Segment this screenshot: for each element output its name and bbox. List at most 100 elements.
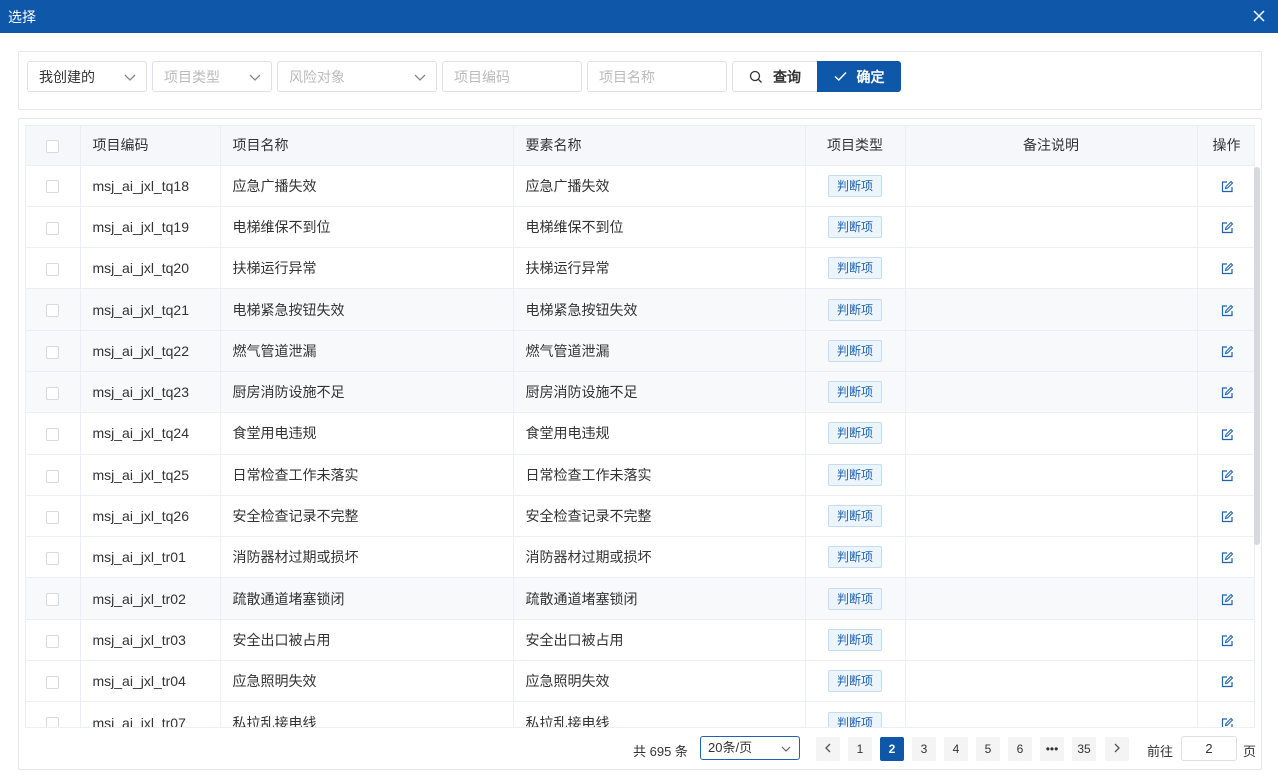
- table-row[interactable]: msj_ai_jxl_tr02 疏散通道堵塞锁闭 疏散通道堵塞锁闭 判断项: [26, 577, 1254, 620]
- edit-icon[interactable]: [1220, 717, 1234, 728]
- page-button[interactable]: 3: [912, 737, 936, 761]
- table-row[interactable]: msj_ai_jxl_tq22 燃气管道泄漏 燃气管道泄漏 判断项: [26, 330, 1254, 372]
- page-size-select[interactable]: 20条/页: [700, 736, 800, 760]
- edit-icon[interactable]: [1220, 510, 1234, 524]
- row-checkbox[interactable]: [46, 386, 60, 400]
- page-ellipsis-button[interactable]: •••: [1040, 737, 1064, 761]
- table-row[interactable]: msj_ai_jxl_tr01 消防器材过期或损坏 消防器材过期或损坏 判断项: [26, 536, 1254, 579]
- table-row[interactable]: msj_ai_jxl_tr03 安全出口被占用 安全出口被占用 判断项: [26, 619, 1254, 662]
- row-checkbox[interactable]: [46, 345, 60, 359]
- data-table: 项目编码 项目名称 要素名称 项目类型 备注说明 操作 msj_ai_jxl_t…: [25, 125, 1255, 728]
- page-button[interactable]: 1: [848, 737, 872, 761]
- row-checkbox[interactable]: [46, 593, 60, 607]
- edit-icon[interactable]: [1220, 386, 1234, 400]
- close-icon[interactable]: [1250, 7, 1268, 25]
- edit-icon[interactable]: [1220, 221, 1234, 235]
- query-button[interactable]: 查询: [732, 61, 818, 92]
- row-checkbox[interactable]: [46, 469, 60, 483]
- edit-icon[interactable]: [1220, 345, 1234, 359]
- table-row[interactable]: msj_ai_jxl_tq20 扶梯运行异常 扶梯运行异常 判断项: [26, 247, 1254, 290]
- project-name-input[interactable]: 项目名称: [587, 61, 727, 92]
- table-row[interactable]: msj_ai_jxl_tr07 私拉乱接电线 私拉乱接电线 判断项: [26, 701, 1254, 728]
- table-row[interactable]: msj_ai_jxl_tr04 应急照明失效 应急照明失效 判断项: [26, 660, 1254, 703]
- edit-icon[interactable]: [1220, 593, 1234, 607]
- row-checkbox[interactable]: [46, 634, 60, 648]
- edit-icon[interactable]: [1220, 551, 1234, 565]
- type-tag: 判断项: [827, 546, 882, 569]
- cell-actions: [1197, 701, 1254, 728]
- cell-name: 安全出口被占用: [220, 619, 514, 662]
- project-type-select[interactable]: 项目类型: [152, 61, 272, 92]
- page-button[interactable]: 5: [976, 737, 1000, 761]
- cell-code: msj_ai_jxl_tr02: [80, 577, 221, 620]
- table-row[interactable]: msj_ai_jxl_tq21 电梯紧急按钮失效 电梯紧急按钮失效 判断项: [26, 288, 1254, 331]
- table-row[interactable]: msj_ai_jxl_tq23 厨房消防设施不足 厨房消防设施不足 判断项: [26, 371, 1254, 414]
- row-checkbox[interactable]: [46, 717, 60, 727]
- edit-icon[interactable]: [1220, 634, 1234, 648]
- cell-code: msj_ai_jxl_tq20: [80, 247, 221, 290]
- project-code-input[interactable]: 项目编码: [442, 61, 582, 92]
- type-tag: 判断项: [827, 463, 882, 486]
- creator-select[interactable]: 我创建的: [27, 61, 147, 92]
- page-button[interactable]: 4: [944, 737, 968, 761]
- table-row[interactable]: msj_ai_jxl_tq19 电梯维保不到位 电梯维保不到位 判断项: [26, 206, 1254, 249]
- row-checkbox[interactable]: [46, 180, 60, 194]
- page-button[interactable]: 6: [1008, 737, 1032, 761]
- row-select-cell: [26, 165, 81, 207]
- cell-note: [905, 536, 1198, 579]
- risk-object-select[interactable]: 风险对象: [277, 61, 437, 92]
- cell-note: [905, 660, 1198, 703]
- edit-icon[interactable]: [1220, 428, 1234, 442]
- type-tag: 判断项: [827, 174, 882, 197]
- type-tag: 判断项: [827, 505, 882, 528]
- chevron-down-icon: [414, 74, 426, 81]
- cell-type: 判断项: [805, 495, 906, 538]
- page-unit-label: 页: [1243, 744, 1257, 759]
- cell-element: 电梯紧急按钮失效: [513, 288, 806, 331]
- cell-actions: [1197, 206, 1254, 249]
- row-checkbox[interactable]: [46, 221, 60, 235]
- type-tag: 判断项: [827, 628, 882, 651]
- row-checkbox[interactable]: [46, 510, 60, 524]
- confirm-button[interactable]: 确定: [817, 61, 901, 92]
- cell-element: 应急照明失效: [513, 660, 806, 703]
- chevron-down-icon: [781, 746, 791, 752]
- column-header-type: 项目类型: [805, 126, 906, 166]
- page-button[interactable]: 35: [1072, 737, 1096, 761]
- type-tag: 判断项: [827, 298, 882, 321]
- edit-icon[interactable]: [1220, 180, 1234, 194]
- cell-note: [905, 330, 1198, 372]
- edit-icon[interactable]: [1220, 304, 1234, 318]
- confirm-button-label: 确定: [856, 68, 885, 85]
- cell-note: [905, 495, 1198, 538]
- column-header-name: 项目名称: [220, 126, 514, 166]
- row-checkbox[interactable]: [46, 304, 60, 318]
- goto-page-input[interactable]: 2: [1181, 736, 1237, 761]
- edit-icon[interactable]: [1220, 469, 1234, 483]
- prev-page-button[interactable]: [816, 737, 840, 761]
- check-icon: [834, 72, 847, 81]
- select-all-checkbox[interactable]: [46, 140, 60, 154]
- table-row[interactable]: msj_ai_jxl_tq25 日常检查工作未落实 日常检查工作未落实 判断项: [26, 454, 1254, 496]
- type-tag: 判断项: [827, 339, 882, 362]
- row-checkbox[interactable]: [46, 676, 60, 689]
- cell-note: [905, 288, 1198, 331]
- table-row[interactable]: msj_ai_jxl_tq26 安全检查记录不完整 安全检查记录不完整 判断项: [26, 495, 1254, 538]
- row-checkbox[interactable]: [46, 263, 60, 277]
- row-checkbox[interactable]: [46, 552, 60, 566]
- row-select-cell: [26, 412, 81, 455]
- row-checkbox[interactable]: [46, 428, 60, 442]
- vertical-scrollbar[interactable]: [1254, 167, 1260, 545]
- cell-code: msj_ai_jxl_tq25: [80, 454, 221, 496]
- next-page-button[interactable]: [1105, 737, 1129, 761]
- table-row[interactable]: msj_ai_jxl_tq24 食堂用电违规 食堂用电违规 判断项: [26, 412, 1254, 455]
- cell-note: [905, 412, 1198, 455]
- edit-icon[interactable]: [1220, 262, 1234, 276]
- type-tag: 判断项: [827, 215, 882, 238]
- edit-icon[interactable]: [1220, 675, 1234, 689]
- table-row[interactable]: msj_ai_jxl_tq18 应急广播失效 应急广播失效 判断项: [26, 165, 1254, 207]
- page-button[interactable]: 2: [880, 737, 904, 761]
- cell-element: 扶梯运行异常: [513, 247, 806, 290]
- cell-element: 电梯维保不到位: [513, 206, 806, 249]
- cell-code: msj_ai_jxl_tr04: [80, 660, 221, 703]
